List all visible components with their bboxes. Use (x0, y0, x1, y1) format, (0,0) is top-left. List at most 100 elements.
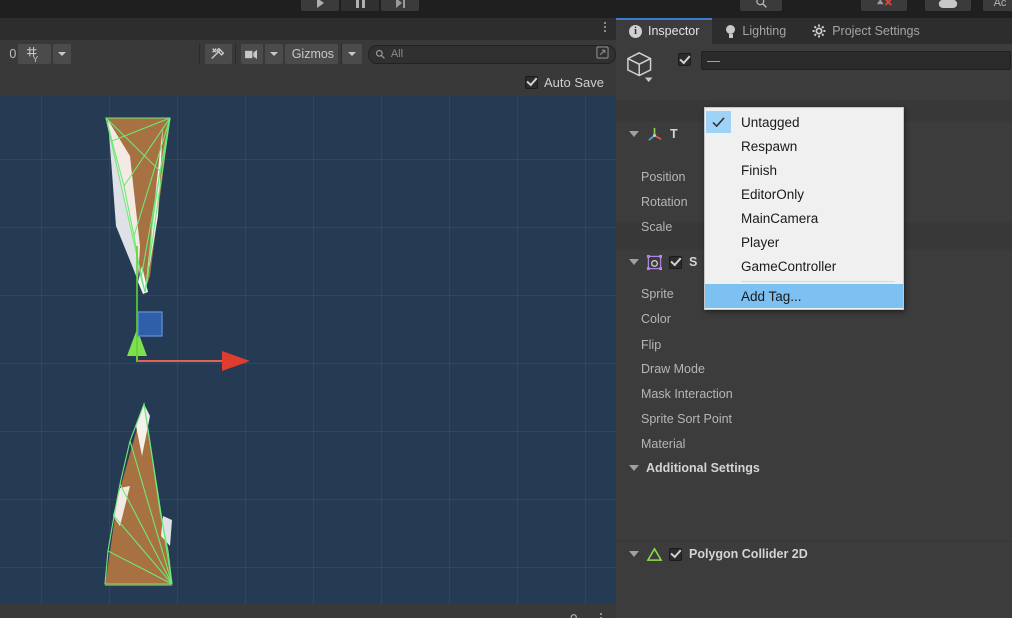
inspector-object-header: — (616, 44, 1012, 100)
lock-icon[interactable] (567, 613, 580, 618)
tag-menu-item-maincamera-label: MainCamera (741, 210, 819, 226)
divider (198, 44, 200, 64)
expand-search-icon[interactable] (596, 46, 609, 59)
tag-menu-item-respawn-label: Respawn (741, 138, 798, 154)
gizmos-dropdown[interactable] (341, 44, 362, 64)
autosave-bar: Auto Save (0, 68, 616, 96)
search-toolbar-button[interactable] (740, 0, 782, 11)
polygon-collider-header[interactable]: Polygon Collider 2D (616, 542, 1012, 566)
transform-position-label: Position (641, 170, 686, 184)
gizmos-button[interactable]: Gizmos (284, 44, 338, 64)
scene-view-panel: 0 Y Gizmos All Auto Save (0, 18, 617, 618)
draw-mode-label: Draw Mode (641, 362, 705, 376)
tag-menu-item-finish[interactable]: Finish (705, 158, 903, 182)
grid-snap-dropdown[interactable] (53, 44, 72, 64)
gameobject-name-field[interactable]: — (701, 51, 1011, 70)
polygon-collider-enabled-checkbox[interactable] (669, 547, 682, 561)
bulb-icon (725, 24, 736, 38)
scene-contents (104, 117, 250, 586)
gear-icon (812, 24, 826, 38)
tag-menu-item-gamecontroller[interactable]: GameController (705, 254, 903, 278)
chevron-down-icon (58, 52, 67, 56)
gizmo-xy-plane[interactable] (137, 311, 163, 337)
scene-toolbar: 0 Y Gizmos All (0, 40, 617, 68)
flip-label: Flip (641, 338, 662, 352)
svg-text:Y: Y (33, 54, 39, 63)
tag-dropdown-menu[interactable]: Untagged Respawn Finish EditorOnly MainC… (704, 107, 904, 310)
additional-settings-header[interactable]: Additional Settings (616, 456, 1012, 480)
main-toolbar: Ac (0, 0, 1012, 18)
scene-camera-button[interactable] (240, 44, 263, 64)
pause-button[interactable] (341, 0, 379, 11)
grid-snap-icon: Y (27, 46, 39, 63)
mask-interaction-label: Mask Interaction (641, 387, 733, 401)
polygon-collider-foldout-icon[interactable] (629, 551, 639, 557)
tag-menu-item-untagged[interactable]: Untagged (705, 110, 903, 134)
tools-icon (211, 47, 225, 59)
chevron-down-icon (347, 52, 356, 56)
gizmos-label: Gizmos (291, 47, 335, 61)
sprite-label: Sprite (641, 287, 674, 301)
step-icon (395, 0, 405, 8)
sprite-renderer-foldout-icon[interactable] (629, 259, 639, 265)
additional-settings-body (616, 480, 1012, 540)
scene-search-input[interactable]: All (367, 44, 617, 64)
additional-settings-foldout-icon[interactable] (629, 465, 639, 471)
collab-icon (876, 0, 892, 6)
tab-inspector-label: Inspector (648, 24, 700, 38)
sprite-object-top (105, 117, 171, 294)
gizmo-x-arrow[interactable] (222, 351, 250, 371)
scene-status-menu-icon[interactable] (600, 613, 602, 618)
tag-menu-item-untagged-label: Untagged (741, 114, 800, 130)
tag-menu-item-respawn[interactable]: Respawn (705, 134, 903, 158)
tag-menu-item-editoronly[interactable]: EditorOnly (705, 182, 903, 206)
sprite-renderer-enabled-checkbox[interactable] (669, 255, 682, 269)
tag-menu-item-editoronly-label: EditorOnly (741, 186, 805, 202)
tag-menu-item-player[interactable]: Player (705, 230, 903, 254)
tab-lighting[interactable]: Lighting (712, 18, 799, 44)
sprite-object-bottom (104, 401, 173, 586)
grid-snap-button[interactable]: Y (18, 44, 52, 64)
camera-icon (245, 49, 258, 59)
tag-menu-item-maincamera[interactable]: MainCamera (705, 206, 903, 230)
additional-settings-title: Additional Settings (646, 461, 760, 475)
tag-menu-item-player-label: Player (741, 234, 780, 250)
play-button[interactable] (301, 0, 339, 11)
step-button[interactable] (381, 0, 419, 11)
sprite-sort-point-label: Sprite Sort Point (641, 412, 733, 426)
transform-foldout-icon[interactable] (629, 131, 639, 137)
polygon-collider-icon (646, 546, 663, 561)
tab-project-settings[interactable]: Project Settings (799, 18, 933, 44)
tag-menu-item-add-tag[interactable]: Add Tag... (705, 284, 903, 308)
transform-title: T (670, 127, 678, 141)
search-icon (755, 0, 767, 8)
playback-controls (301, 0, 419, 11)
cube-icon[interactable] (626, 50, 660, 89)
inspector-tab-bar: i Inspector Lighting Project Settings (616, 18, 1012, 44)
collab-button[interactable] (861, 0, 907, 11)
pause-icon (355, 0, 365, 8)
info-icon: i (629, 24, 642, 38)
color-label: Color (641, 312, 671, 326)
cloud-button[interactable] (925, 0, 971, 11)
polygon-collider-title: Polygon Collider 2D (689, 547, 808, 561)
autosave-label: Auto Save (544, 74, 604, 90)
scene-camera-dropdown[interactable] (264, 44, 283, 64)
chevron-down-icon (269, 52, 278, 56)
transform-icon (648, 127, 662, 141)
scene-tools-button[interactable] (204, 44, 232, 64)
scene-viewport[interactable] (0, 96, 616, 604)
account-button[interactable]: Ac (983, 0, 1012, 11)
sprite-material-label: Material (641, 437, 686, 451)
search-icon (375, 49, 385, 59)
tab-inspector[interactable]: i Inspector (616, 18, 713, 44)
autosave-checkbox[interactable] (525, 75, 538, 89)
divider (234, 44, 236, 64)
sprite-renderer-title: S (689, 255, 698, 269)
scene-panel-menu-icon[interactable] (604, 22, 606, 32)
tag-menu-divider (741, 281, 895, 282)
gameobject-enabled-checkbox[interactable] (678, 53, 691, 66)
tag-menu-item-finish-label: Finish (741, 162, 778, 178)
scene-search-placeholder: All (390, 48, 404, 60)
cloud-icon (938, 0, 958, 8)
